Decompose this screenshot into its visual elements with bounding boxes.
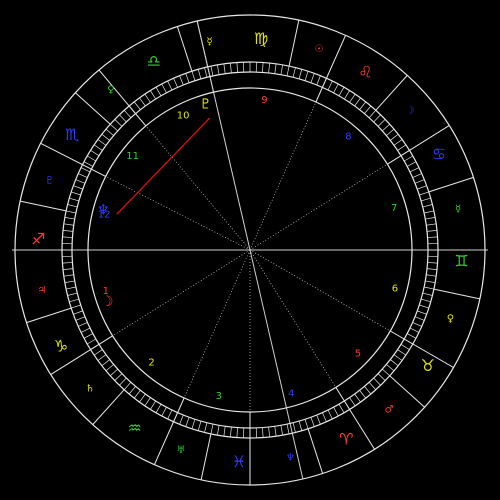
planet-glyph-pluto: ♇: [199, 97, 212, 113]
sign-glyph-capricorn: ♑: [54, 337, 68, 356]
planet-glyph-moon: ☽: [101, 294, 114, 310]
sign-glyph-cancer: ♋: [432, 144, 446, 163]
sign-glyph-sagittarius: ♐: [31, 229, 45, 248]
sign-ruler-glyph: ☿: [455, 204, 461, 215]
sign-ruler-glyph: ♀: [447, 314, 454, 325]
sign-glyph-gemini: ♊: [455, 252, 469, 271]
sign-ruler-glyph: ☿: [206, 36, 212, 47]
sign-ruler-glyph: ☽: [406, 105, 415, 116]
sign-glyph-virgo: ♍: [254, 29, 268, 48]
sign-ruler-glyph: ♀: [107, 85, 114, 96]
sign-glyph-taurus: ♉: [421, 356, 435, 375]
sign-glyph-libra: ♎: [147, 52, 161, 71]
house-number-2: 2: [148, 358, 154, 369]
house-number-9: 9: [261, 95, 267, 106]
house-number-7: 7: [391, 203, 397, 214]
house-number-3: 3: [216, 391, 222, 402]
sign-glyph-pisces: ♓: [232, 452, 246, 471]
house-number-4: 4: [288, 389, 294, 400]
sign-ruler-glyph: ☉: [315, 44, 324, 55]
natal-chart-wheel: ♐♃♑♄♒♅♓ ♆♈♂♉♀♊☿♋☽♌☉♍☿♎♀♏♇123 456789101112♇…: [0, 0, 500, 500]
house-number-10: 10: [177, 110, 190, 121]
sign-ruler-glyph: ♃: [37, 285, 46, 296]
sign-glyph-leo: ♌: [358, 63, 372, 82]
sign-ruler-glyph: ♄: [86, 384, 95, 395]
house-number-8: 8: [345, 131, 351, 142]
sign-ruler-glyph: ♅: [176, 445, 185, 456]
sign-ruler-glyph: ♆: [286, 453, 295, 464]
planet-glyph-neptune: ♆: [97, 203, 110, 219]
sign-glyph-scorpio: ♏: [65, 125, 79, 144]
house-number-11: 11: [126, 151, 139, 162]
sign-ruler-glyph: ♇: [45, 175, 54, 186]
sign-glyph-aries: ♈: [339, 429, 353, 448]
house-number-5: 5: [355, 349, 361, 360]
sign-ruler-glyph: ♂: [385, 404, 394, 415]
house-number-6: 6: [392, 283, 398, 294]
sign-glyph-aquarius: ♒: [127, 418, 141, 437]
